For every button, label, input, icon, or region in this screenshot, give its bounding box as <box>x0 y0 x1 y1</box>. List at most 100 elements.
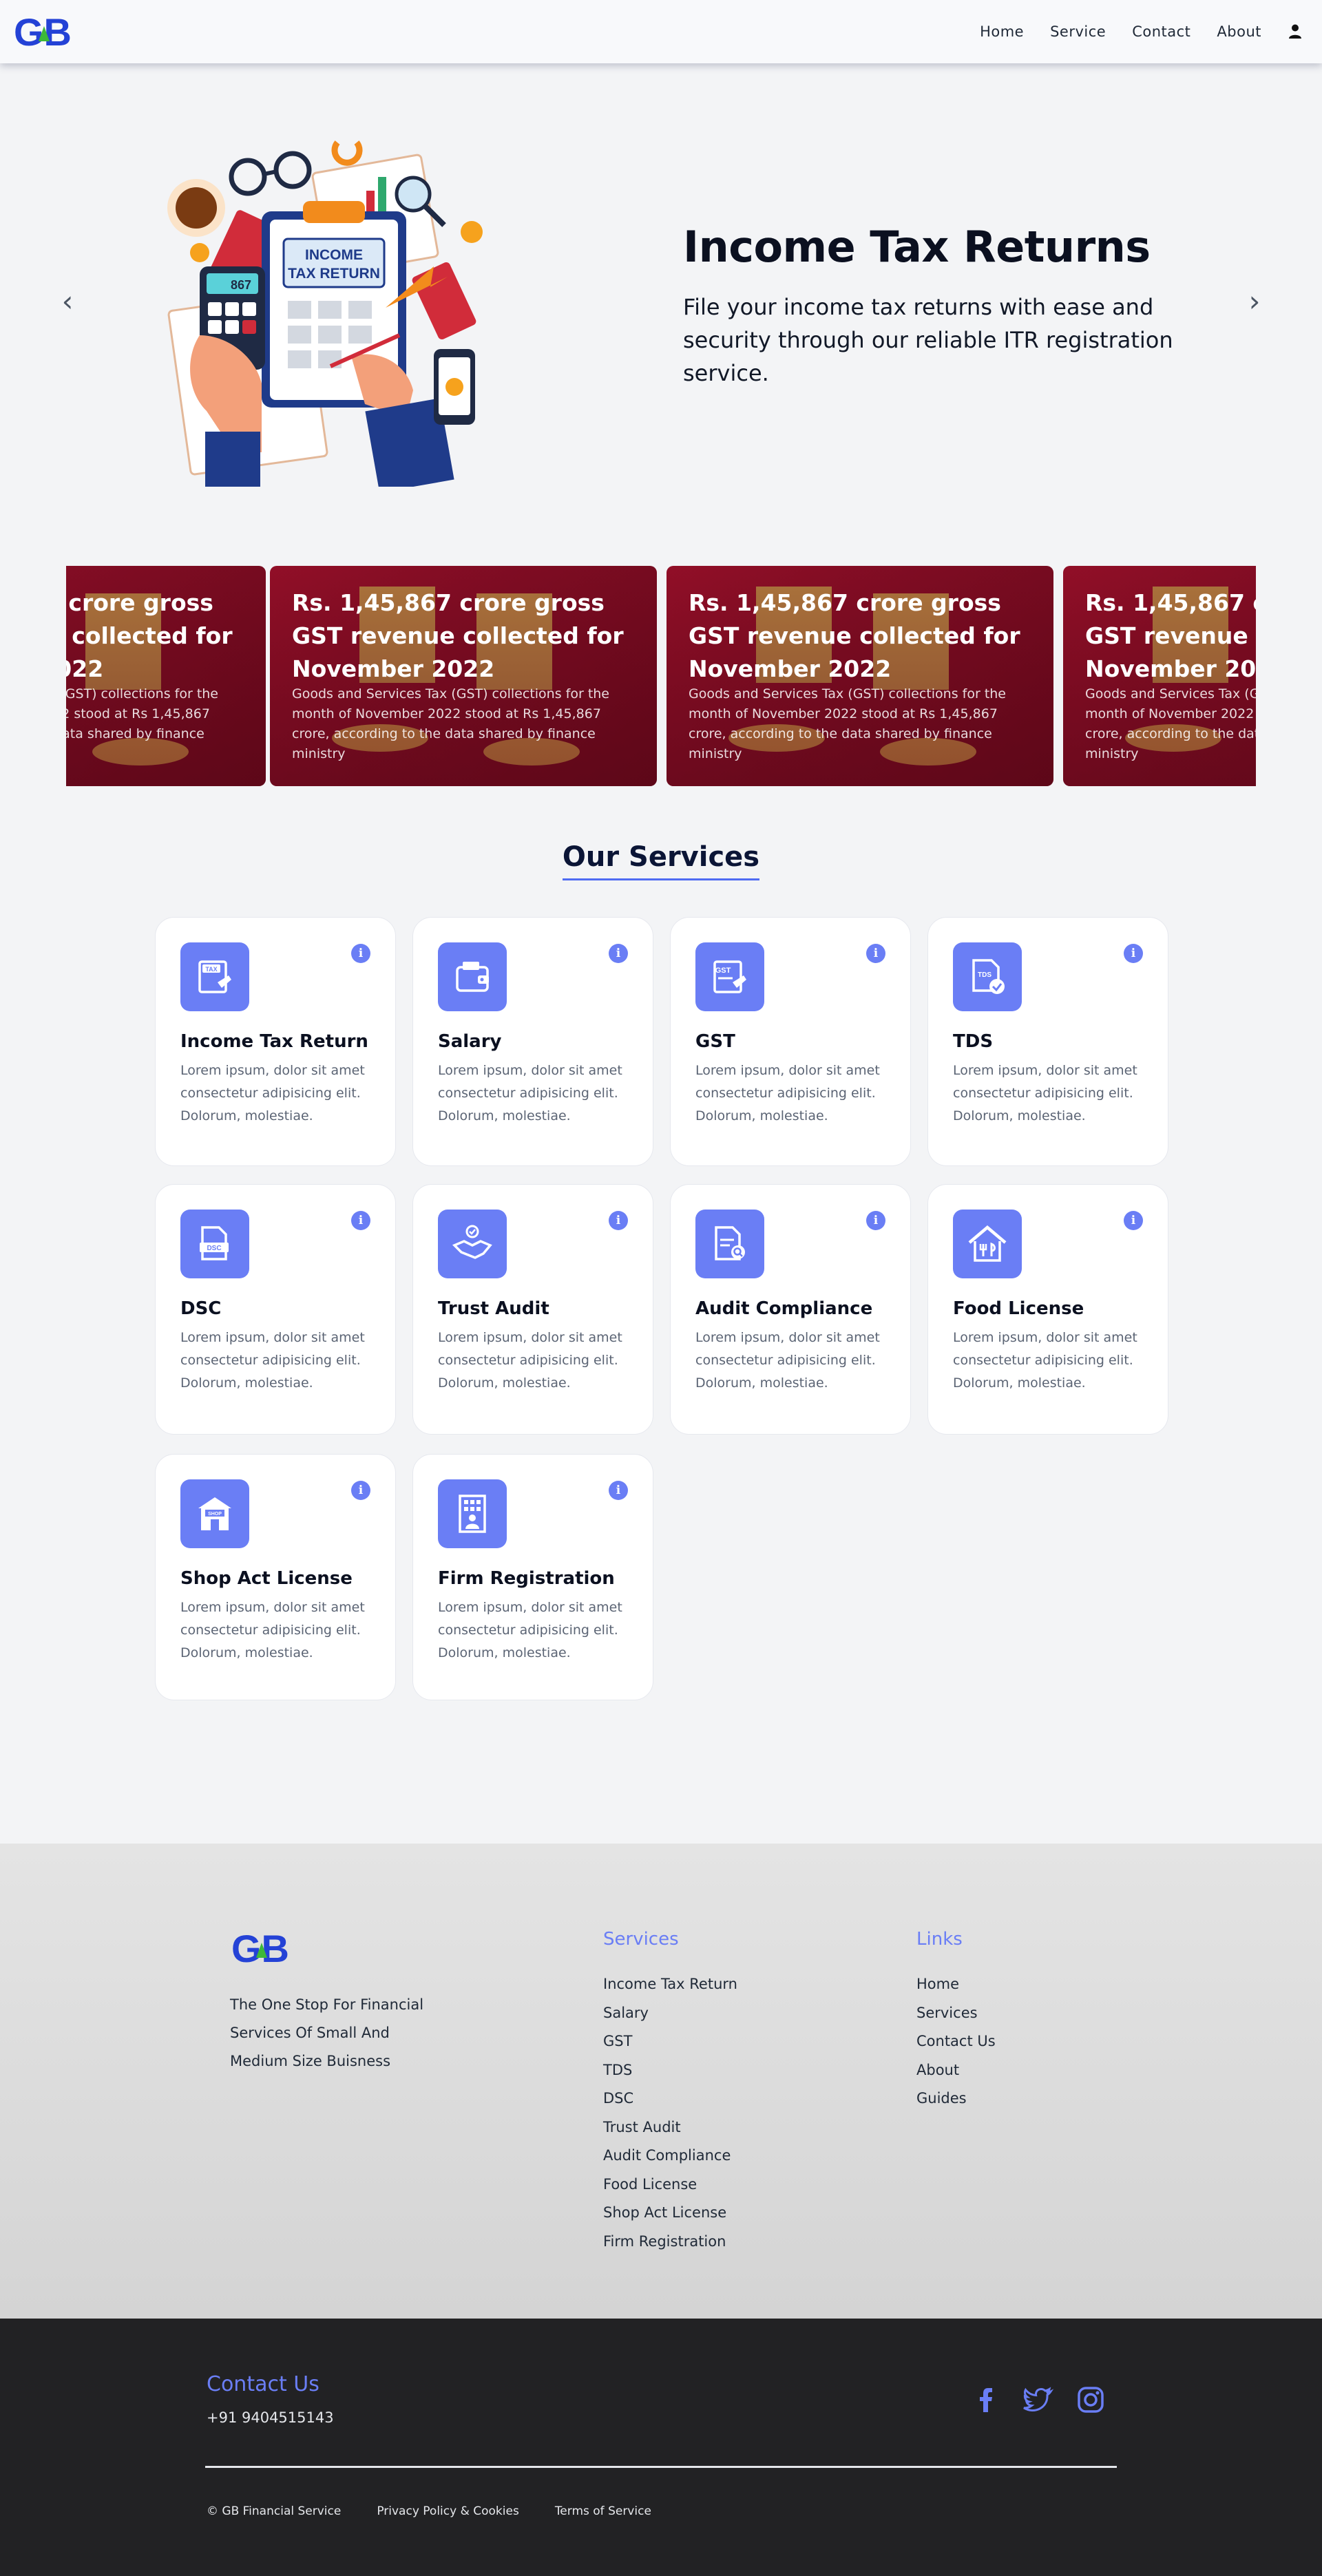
footer-link-income-tax-return[interactable]: Income Tax Return <box>603 1970 737 1999</box>
footer-link-guides[interactable]: Guides <box>916 2084 996 2113</box>
service-card-salary[interactable]: i Salary Lorem ipsum, dolor sit amet con… <box>412 917 653 1166</box>
service-title: GST <box>695 1031 735 1052</box>
footer-link-firm-registration[interactable]: Firm Registration <box>603 2228 737 2257</box>
legal-links: © GB Financial Service Privacy Policy & … <box>207 2504 687 2518</box>
news-card-body: Goods and Services Tax (GST) collections… <box>292 686 610 761</box>
info-icon[interactable]: i <box>351 1481 370 1500</box>
instagram-icon[interactable] <box>1076 2385 1106 2415</box>
privacy-policy-link[interactable]: Privacy Policy & Cookies <box>377 2504 518 2518</box>
service-title: Firm Registration <box>438 1568 615 1589</box>
illustration-label-income: INCOME <box>305 247 363 263</box>
footer-link-dsc[interactable]: DSC <box>603 2084 737 2113</box>
footer-link-services[interactable]: Services <box>916 1999 996 2028</box>
footer-link-contact-us[interactable]: Contact Us <box>916 2027 996 2056</box>
news-card-title: Rs. 1,45,867 crore gross GST revenue col… <box>1085 589 1256 682</box>
user-icon[interactable] <box>1288 23 1303 40</box>
news-card[interactable]: Rs. 1,45,867 crore gross GST revenue col… <box>667 566 1053 786</box>
handshake-icon <box>438 1210 507 1278</box>
service-desc: Lorem ipsum, dolor sit amet consectetur … <box>438 1330 622 1391</box>
footer-link-home[interactable]: Home <box>916 1970 996 1999</box>
carousel-next-button[interactable]: › <box>1241 287 1268 316</box>
nav-service[interactable]: Service <box>1050 23 1106 40</box>
info-icon[interactable]: i <box>609 1211 628 1230</box>
site-logo[interactable]: GB <box>14 11 80 52</box>
service-desc: Lorem ipsum, dolor sit amet consectetur … <box>953 1330 1137 1391</box>
wallet-icon <box>438 942 507 1011</box>
service-desc: Lorem ipsum, dolor sit amet consectetur … <box>695 1063 880 1123</box>
service-card-firm-registration[interactable]: i Firm Registration Lorem ipsum, dolor s… <box>412 1454 653 1700</box>
footer-services-list: Income Tax Return Salary GST TDS DSC Tru… <box>603 1970 737 2256</box>
hero-subtitle: File your income tax returns with ease a… <box>683 294 1173 386</box>
service-card-gst[interactable]: GST i GST Lorem ipsum, dolor sit amet co… <box>670 917 911 1166</box>
service-card-dsc[interactable]: DSC i DSC Lorem ipsum, dolor sit amet co… <box>155 1184 396 1435</box>
gb-logo-icon: GB <box>231 1927 289 1970</box>
info-icon[interactable]: i <box>351 1211 370 1230</box>
news-card[interactable]: Rs. 1,45,867 crore gross GST revenue col… <box>1063 566 1256 786</box>
nav-home[interactable]: Home <box>980 23 1024 40</box>
news-card-body: Goods and Services Tax (GST) collections… <box>689 686 1007 761</box>
info-icon[interactable]: i <box>1124 1211 1143 1230</box>
footer-link-food-license[interactable]: Food License <box>603 2171 737 2199</box>
news-card-title: Rs. 1,45,867 crore gross GST revenue col… <box>689 589 1020 682</box>
footer-links-title: Links <box>916 1929 963 1950</box>
tds-document-icon: TDS <box>953 942 1022 1011</box>
service-title: Trust Audit <box>438 1298 549 1319</box>
gst-badge-text: GST <box>715 967 731 975</box>
service-title: Salary <box>438 1031 502 1052</box>
nav-contact[interactable]: Contact <box>1132 23 1190 40</box>
news-card[interactable]: Rs. 1,45,867 crore gross GST revenue col… <box>270 566 657 786</box>
footer-logo[interactable]: GB <box>231 1926 297 1972</box>
news-card[interactable]: Rs. 1,45,867 crore gross GST revenue col… <box>66 566 266 786</box>
service-title: TDS <box>953 1031 994 1052</box>
footer-link-shop-act-license[interactable]: Shop Act License <box>603 2199 737 2228</box>
tds-badge-text: TDS <box>978 971 992 979</box>
shop-icon: SHOP <box>180 1479 249 1548</box>
facebook-icon[interactable] <box>971 2385 1001 2415</box>
footer-services-title: Services <box>603 1929 679 1950</box>
footer-link-audit-compliance[interactable]: Audit Compliance <box>603 2142 737 2171</box>
service-desc: Lorem ipsum, dolor sit amet consectetur … <box>438 1600 622 1660</box>
carousel-prev-button[interactable]: ‹ <box>54 287 81 316</box>
info-icon[interactable]: i <box>609 944 628 963</box>
footer-link-about[interactable]: About <box>916 2056 996 2085</box>
illustration-calculator-readout: 867 <box>231 278 251 292</box>
service-title: Income Tax Return <box>180 1031 368 1052</box>
contact-phone[interactable]: +91 9404515143 <box>207 2409 334 2426</box>
site-header: GB Home Service Contact About <box>0 0 1322 63</box>
footer-bottom: Contact Us +91 9404515143 © GB Financial… <box>0 2319 1322 2576</box>
info-icon[interactable]: i <box>866 944 885 963</box>
income-tax-illustration: INCOME TAX RETURN 867 <box>167 140 483 487</box>
service-card-audit-compliance[interactable]: i Audit Compliance Lorem ipsum, dolor si… <box>670 1184 911 1435</box>
info-icon[interactable]: i <box>866 1211 885 1230</box>
services-heading-text: Our Services <box>562 841 760 880</box>
hero-carousel: ‹ › INCOME TAX RETURN 867 Income Tax Ret… <box>0 63 1322 538</box>
service-card-income-tax-return[interactable]: TAX i Income Tax Return Lorem ipsum, dol… <box>155 917 396 1166</box>
gb-logo-icon: GB <box>14 11 72 52</box>
terms-of-service-link[interactable]: Terms of Service <box>555 2504 651 2518</box>
info-icon[interactable]: i <box>1124 944 1143 963</box>
service-card-trust-audit[interactable]: i Trust Audit Lorem ipsum, dolor sit ame… <box>412 1184 653 1435</box>
dsc-file-icon: DSC <box>180 1210 249 1278</box>
service-card-food-license[interactable]: i Food License Lorem ipsum, dolor sit am… <box>927 1184 1168 1435</box>
footer-link-gst[interactable]: GST <box>603 2027 737 2056</box>
service-card-tds[interactable]: TDS i TDS Lorem ipsum, dolor sit amet co… <box>927 917 1168 1166</box>
twitter-icon[interactable] <box>1023 2385 1054 2415</box>
news-card-title: Rs. 1,45,867 crore gross GST revenue col… <box>66 589 233 682</box>
footer-tagline: The One Stop For Financial Services Of S… <box>230 1996 424 2069</box>
copyright-text: © GB Financial Service <box>207 2504 342 2518</box>
main-nav: Home Service Contact About <box>954 23 1303 40</box>
footer-links-list: Home Services Contact Us About Guides <box>916 1970 996 2113</box>
service-desc: Lorem ipsum, dolor sit amet consectetur … <box>180 1063 365 1123</box>
service-card-shop-act-license[interactable]: SHOP i Shop Act License Lorem ipsum, dol… <box>155 1454 396 1700</box>
footer-link-tds[interactable]: TDS <box>603 2056 737 2085</box>
illustration-label-tax-return: TAX RETURN <box>288 266 380 282</box>
info-icon[interactable]: i <box>609 1481 628 1500</box>
footer-link-salary[interactable]: Salary <box>603 1999 737 2028</box>
footer-link-trust-audit[interactable]: Trust Audit <box>603 2113 737 2142</box>
tax-receipt-icon: TAX <box>180 942 249 1011</box>
hero-title: Income Tax Returns <box>683 222 1151 272</box>
service-desc: Lorem ipsum, dolor sit amet consectetur … <box>695 1330 880 1391</box>
nav-about[interactable]: About <box>1217 23 1261 40</box>
info-icon[interactable]: i <box>351 944 370 963</box>
tax-badge-text: TAX <box>205 966 217 973</box>
